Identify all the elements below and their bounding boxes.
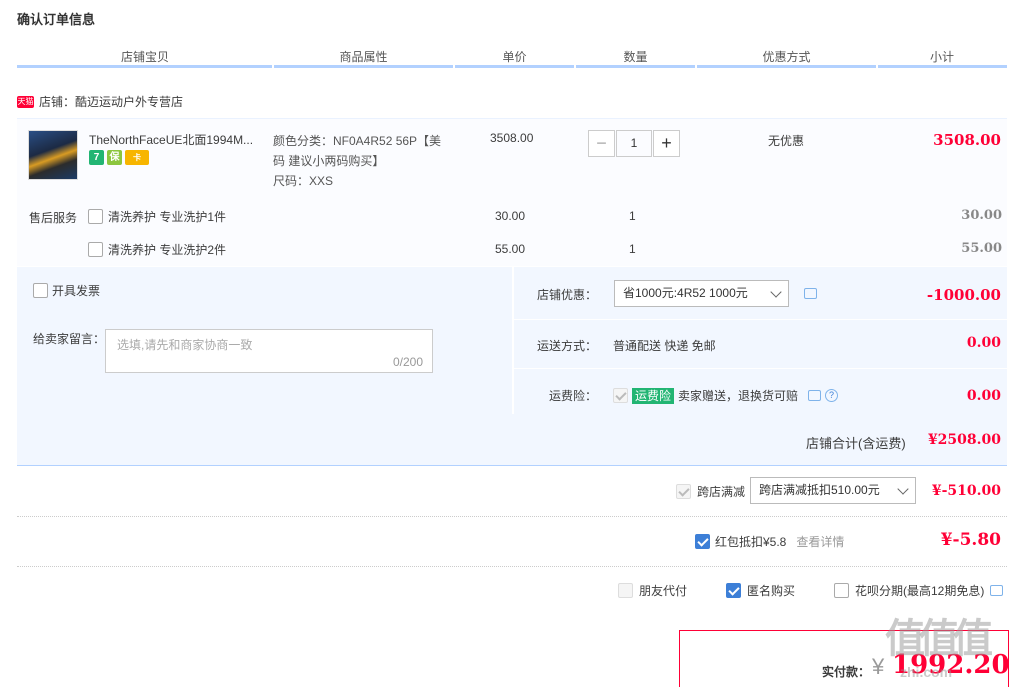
service-2-qty: 1 [629,242,636,256]
service-2-price: 55.00 [495,242,526,256]
freight-insurance-checkbox [613,388,628,403]
help-icon[interactable]: ? [825,389,839,402]
guarantee-icon: 保 [107,150,122,165]
column-header-unit-price: 单价 [502,50,527,64]
increase-button[interactable]: + [653,130,680,157]
service-1-price: 30.00 [495,209,526,223]
header-divider [17,65,1007,68]
freight-insurance-text: 卖家赠送，退换货可赔 [678,389,799,403]
message-label: 给卖家留言： [33,332,106,346]
column-header-shop-item: 店铺宝贝 [120,50,169,64]
chat-icon[interactable] [808,390,822,401]
cross-store-checkbox [676,484,691,499]
page-title: 确认订单信息 [17,12,96,27]
shop-discount-label: 店铺优惠： [537,288,598,302]
service-1-subtotal: 30.00 [961,208,1002,223]
red-packet-details-link[interactable]: 查看详情 [796,533,844,550]
watermark-url: zhi.com [900,664,953,680]
item-subtotal: 3508.00 [933,131,1001,149]
freight-insurance-tag: 运费险 [632,387,675,404]
quantity-stepper: − 1 + [588,130,680,157]
friend-pay-checkbox[interactable] [618,583,633,598]
service-1-checkbox[interactable] [88,209,103,224]
freight-insurance-option: 运费险 卖家赠送，退换货可赔 ? [613,387,839,404]
message-placeholder: 选填,请先和商家协商一致 [117,338,253,352]
service-option-1: 清洗养护 专业洗护1件 [88,208,226,225]
cross-store-option: 跨店满减 [676,483,745,500]
quantity-input[interactable]: 1 [616,130,652,157]
cross-store-select[interactable]: 跨店满减抵扣510.00元 [750,477,916,504]
huabei-label: 花呗分期(最高12期免息) [855,584,985,598]
shop-total-amount: ¥2508.00 [927,432,1001,448]
service-1-name: 清洗养护 专业洗护1件 [108,210,227,224]
shipping-label: 运送方式： [537,339,598,353]
product-badges: 7 保 卡 [89,150,149,165]
service-2-name: 清洗养护 专业洗护2件 [108,243,227,257]
shop-discount-select[interactable]: 省1000元:4R52 1000元 [614,280,789,307]
cross-store-value: 跨店满减抵扣510.00元 [759,483,880,497]
tmall-icon: 天猫 [17,95,34,108]
product-attributes: 颜色分类：NF0A4R52 56P【美 码 建议小两码购买】 尺码：XXS [273,131,458,191]
friend-pay-label: 朋友代付 [639,584,688,598]
freight-insurance-amount: 0.00 [966,388,1001,404]
chat-icon[interactable] [990,585,1004,596]
red-packet-amount: ¥-5.80 [940,530,1001,550]
shop-row: 天猫 店铺： 酷迈运动户外专营店 [17,93,183,110]
chat-icon[interactable] [804,288,817,299]
column-header-discount: 优惠方式 [762,50,811,64]
column-header-quantity: 数量 [623,50,648,64]
shipping-value: 普通配送 快递 免邮 [613,339,716,353]
unit-price: 3508.00 [490,131,534,145]
cross-store-amount: ¥-510.00 [931,483,1001,499]
payment-currency: ¥ [872,654,885,679]
invoice-label: 开具发票 [52,284,101,298]
shop-name[interactable]: 酷迈运动户外专营店 [75,93,183,110]
shipping-amount: 0.00 [966,335,1001,351]
anonymous-option: 匿名购买 [726,582,795,599]
freight-insurance-label: 运费险： [549,389,598,403]
service-2-subtotal: 55.00 [961,241,1002,256]
cross-store-label: 跨店满减 [697,485,746,499]
anonymous-checkbox[interactable] [726,583,741,598]
attr-color: 颜色分类：NF0A4R52 56P【美 [273,134,442,148]
product-name[interactable]: TheNorthFaceUE北面1994M... [89,131,269,148]
shop-discount-amount: -1000.00 [926,286,1001,304]
red-packet-checkbox[interactable] [695,534,710,549]
attr-color-cont: 码 建议小两码购买】 [273,154,385,168]
service-option-2: 清洗养护 专业洗护2件 [88,241,226,258]
divider [17,516,1007,517]
message-counter: 0/200 [392,355,423,369]
credit-card-icon: 卡 [125,150,149,165]
friend-pay-option: 朋友代付 [618,582,687,599]
huabei-option: 花呗分期(最高12期免息) [834,582,1004,599]
seven-day-return-icon: 7 [89,150,104,165]
red-packet-option: 红包抵扣¥5.8 查看详情 [695,533,844,550]
shop-discount-value: 省1000元:4R52 1000元 [623,286,748,300]
red-packet-label: 红包抵扣¥5.8 [715,535,787,549]
shop-total-label: 店铺合计(含运费) [806,436,906,451]
chevron-down-icon [770,285,782,298]
seller-message-input[interactable]: 选填,请先和商家协商一致 0/200 [105,329,433,373]
invoice-option: 开具发票 [33,282,100,299]
shop-label: 店铺： [39,95,76,109]
decrease-button[interactable]: − [588,130,615,157]
attr-size: 尺码：XXS [273,174,334,188]
service-label: 售后服务 [29,211,78,225]
service-1-qty: 1 [629,209,636,223]
watermark-logo: 值值值 [885,617,993,661]
anonymous-label: 匿名购买 [747,584,796,598]
invoice-checkbox[interactable] [33,283,48,298]
discount-method: 无优惠 [768,134,805,148]
column-header-attributes: 商品属性 [339,50,388,64]
service-2-checkbox[interactable] [88,242,103,257]
payment-label: 实付款： [822,665,871,679]
column-header-subtotal: 小计 [929,50,954,64]
huabei-checkbox[interactable] [834,583,849,598]
divider [17,566,1007,567]
product-thumbnail[interactable] [28,130,78,180]
